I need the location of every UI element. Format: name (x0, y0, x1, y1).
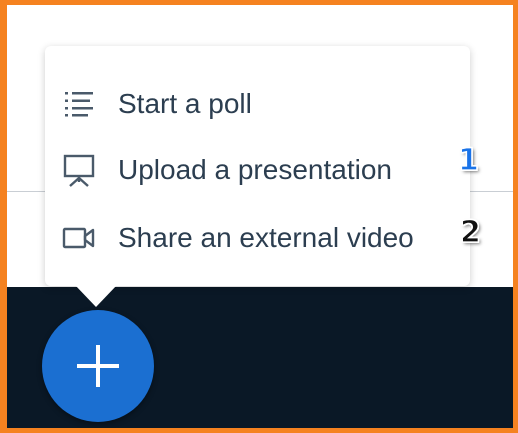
menu-pointer (75, 285, 117, 307)
screenshot-frame: Start a poll Upload a presentation Share… (0, 0, 518, 433)
plus-icon (75, 343, 121, 389)
actions-menu: Start a poll Upload a presentation Share… (45, 46, 470, 286)
list-icon (61, 86, 97, 122)
menu-item-share-external-video[interactable]: Share an external video (45, 206, 470, 270)
menu-item-start-poll[interactable]: Start a poll (45, 72, 470, 136)
annotation-badge-2: 2 (459, 215, 481, 250)
video-camera-icon (61, 220, 97, 256)
menu-item-label: Share an external video (118, 222, 414, 253)
menu-item-upload-presentation[interactable]: Upload a presentation (45, 138, 470, 202)
annotation-badge-1: 1 (457, 143, 479, 178)
menu-item-label: Start a poll (118, 88, 252, 119)
presentation-icon (61, 152, 97, 188)
menu-item-label: Upload a presentation (118, 154, 392, 185)
actions-fab-button[interactable] (42, 310, 154, 422)
